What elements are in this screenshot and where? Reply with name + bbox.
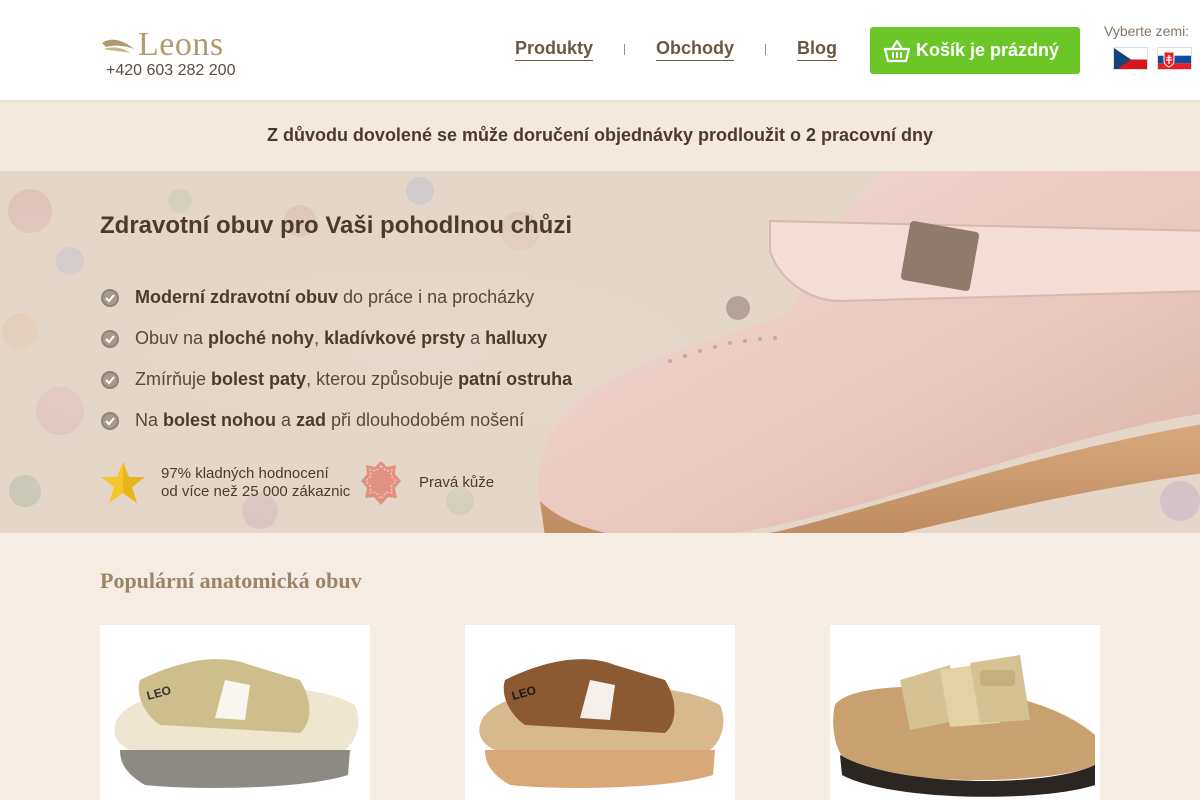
logo[interactable]: Leons <box>100 26 224 64</box>
czech-flag-icon[interactable] <box>1113 47 1148 70</box>
product-card[interactable] <box>830 625 1100 800</box>
country-select-label: Vyberte zemi: <box>1104 23 1190 39</box>
feature-list: Moderní zdravotní obuv do práce i na pro… <box>100 277 572 441</box>
nav-link-produkty[interactable]: Produkty <box>515 38 594 61</box>
check-circle-icon <box>101 411 119 430</box>
section-title-popular: Populární anatomická obuv <box>100 568 362 593</box>
phone-number[interactable]: +420 603 282 200 <box>106 62 235 80</box>
rating-badge: 97% kladných hodnocení od více než 25 00… <box>100 461 350 505</box>
gold-wedge-slide-icon: LEO <box>114 659 359 788</box>
brown-wedge-slide-icon: LEO <box>479 659 724 788</box>
star-icon <box>101 462 145 503</box>
leather-badge: Pravá kůže <box>360 459 494 507</box>
leather-hide-icon <box>361 461 401 505</box>
gold-strap-sandal-icon <box>833 655 1095 797</box>
logo-text: Leons <box>138 26 224 63</box>
hero-title: Zdravotní obuv pro Vaši pohodlnou chůzi <box>100 212 572 239</box>
check-circle-icon <box>101 370 119 389</box>
hero-clog-image <box>538 171 1200 533</box>
main-nav: Produkty Obchody Blog <box>515 38 838 61</box>
check-circle-icon <box>101 329 119 348</box>
basket-icon <box>884 39 910 62</box>
feature-item: Zmírňuje bolest paty, kterou způsobuje p… <box>100 359 572 400</box>
leather-label: Pravá kůže <box>419 474 495 491</box>
hero-banner: Zdravotní obuv pro Vaši pohodlnou chůzi … <box>0 171 1200 533</box>
leaf-logo-icon <box>102 39 134 53</box>
product-card[interactable]: LEO <box>100 625 370 800</box>
feature-item: Moderní zdravotní obuv do práce i na pro… <box>100 277 572 318</box>
delivery-notice-bar: Z důvodu dovolené se může doručení objed… <box>0 100 1200 171</box>
cart-button[interactable]: Košík je prázdný <box>870 27 1080 74</box>
nav-divider <box>765 44 767 55</box>
slovak-flag-icon[interactable] <box>1157 47 1192 70</box>
cart-label: Košík je prázdný <box>916 40 1060 60</box>
check-circle-icon <box>101 288 119 307</box>
rating-line-1: 97% kladných hodnocení <box>161 465 329 482</box>
delivery-notice-text: Z důvodu dovolené se může doručení objed… <box>266 125 934 145</box>
site-header: Leons +420 603 282 200 Produkty Obchody … <box>0 0 1200 100</box>
nav-link-blog[interactable]: Blog <box>797 38 838 61</box>
feature-item: Obuv na ploché nohy, kladívkové prsty a … <box>100 318 572 359</box>
feature-item: Na bolest nohou a zad při dlouhodobém no… <box>100 400 572 441</box>
nav-divider <box>624 44 626 55</box>
product-card[interactable]: LEO <box>465 625 735 800</box>
nav-link-obchody[interactable]: Obchody <box>656 38 735 61</box>
rating-line-2: od více než 25 000 zákaznic <box>161 483 351 500</box>
